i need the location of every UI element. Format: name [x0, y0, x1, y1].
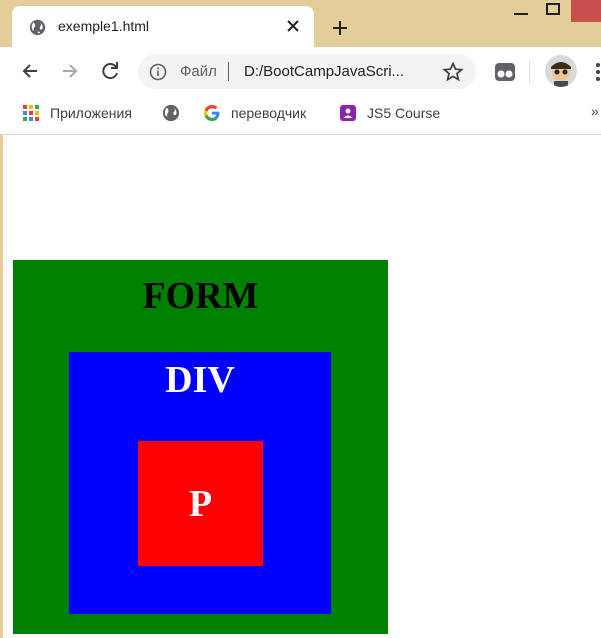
maximize-icon[interactable]	[540, 0, 566, 26]
address-separator	[228, 62, 229, 81]
google-icon	[203, 104, 220, 122]
p-label: P	[188, 483, 213, 525]
bookmark-label: JS5 Course	[367, 105, 441, 121]
form-box: FORM DIV P	[13, 260, 388, 634]
minimize-icon[interactable]	[508, 0, 534, 26]
bookmark-js5-course[interactable]: JS5 Course	[339, 96, 440, 130]
more-menu-icon[interactable]	[588, 59, 601, 85]
title-bar: exemple1.html	[0, 0, 601, 47]
forward-arrow-icon[interactable]	[56, 57, 84, 85]
bookmarks-bar: Приложения переводчик JS5 Course »	[0, 96, 601, 135]
window-close-button[interactable]	[571, 0, 601, 22]
address-url[interactable]: D:/BootCampJavaScri...	[244, 63, 404, 80]
p-box: P	[138, 441, 263, 566]
browser-toolbar: Файл D:/BootCampJavaScri...	[0, 47, 601, 96]
apps-grid-icon	[23, 105, 39, 121]
profile-avatar[interactable]	[545, 55, 577, 87]
bookmark-translator[interactable]: переводчик	[203, 96, 306, 130]
bookmarks-overflow-chevron[interactable]: »	[591, 103, 599, 119]
tab-title: exemple1.html	[58, 18, 150, 34]
globe-icon	[162, 104, 180, 122]
address-bar[interactable]: Файл D:/BootCampJavaScri...	[138, 54, 476, 89]
div-box: DIV P	[69, 352, 331, 614]
toolbar-separator	[529, 61, 530, 83]
info-icon[interactable]	[149, 63, 167, 81]
form-label: FORM	[142, 275, 259, 317]
div-label: DIV	[165, 359, 235, 401]
close-tab-icon[interactable]	[282, 15, 304, 37]
reload-icon[interactable]	[96, 57, 124, 85]
bookmark-globe[interactable]	[162, 96, 190, 130]
avatar-icon	[545, 55, 577, 87]
extension-icon[interactable]	[492, 59, 518, 85]
globe-icon	[29, 19, 46, 36]
back-arrow-icon[interactable]	[16, 57, 44, 85]
address-scheme-label: Файл	[180, 63, 217, 80]
classroom-icon	[340, 105, 356, 121]
bookmark-star-icon[interactable]	[442, 61, 464, 83]
bookmark-apps[interactable]: Приложения	[22, 96, 132, 130]
bookmark-label: переводчик	[231, 105, 307, 121]
bookmark-label: Приложения	[50, 105, 132, 121]
browser-tab[interactable]: exemple1.html	[12, 6, 314, 47]
new-tab-plus-icon[interactable]	[328, 16, 352, 40]
